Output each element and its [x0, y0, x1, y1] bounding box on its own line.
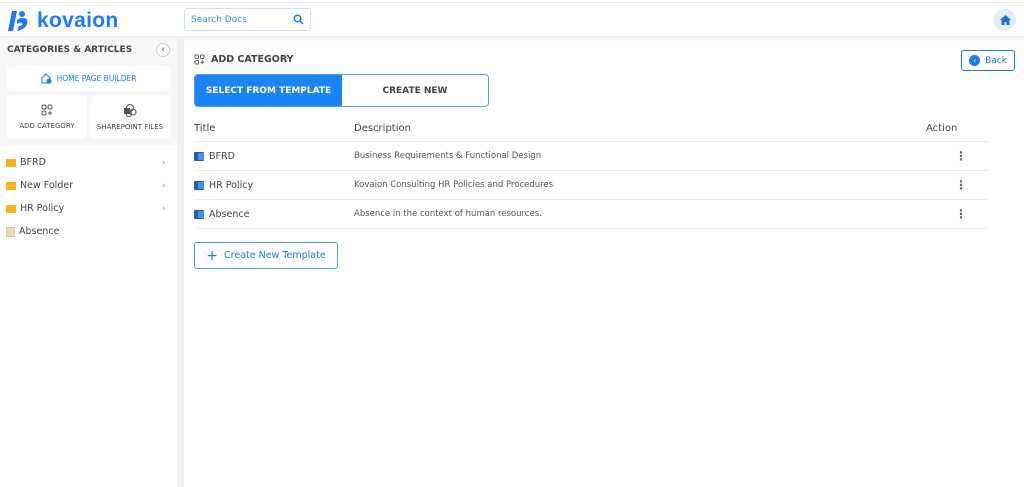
search-icon[interactable] [293, 14, 304, 25]
tree-item-label: Absence [19, 226, 60, 237]
sharepoint-icon [124, 103, 137, 117]
back-arrow-icon: ‹ [969, 55, 981, 66]
template-table: Title Description Action BFRD Business R… [194, 116, 988, 229]
search-input[interactable]: Search Docs [184, 8, 311, 31]
row-title: BFRD [209, 150, 235, 162]
chevron-right-icon[interactable]: › [162, 204, 166, 214]
table-row[interactable]: HR Policy Kovaion Consulting HR Policies… [194, 171, 988, 200]
home-button[interactable] [994, 9, 1016, 31]
more-options-icon[interactable]: ⋮ [926, 149, 988, 163]
create-new-template-label: Create New Template [224, 250, 326, 261]
kovaion-logo-icon [8, 11, 28, 31]
column-action: Action [926, 123, 958, 134]
sharepoint-files-label: SHAREPOINT FILES [96, 122, 164, 131]
sidebar-title: CATEGORIES & ARTICLES [7, 45, 133, 55]
row-description: Absence in the context of human resource… [354, 209, 542, 219]
table-row[interactable]: BFRD Business Requirements & Functional … [194, 142, 988, 171]
row-description: Business Requirements & Functional Desig… [354, 151, 542, 161]
back-label: Back [985, 55, 1007, 66]
word-doc-icon [194, 180, 204, 190]
home-settings-icon [41, 73, 52, 84]
more-options-icon[interactable]: ⋮ [926, 207, 988, 221]
tree-item-label: BFRD [20, 157, 46, 168]
column-description: Description [354, 123, 411, 134]
back-button[interactable]: ‹ Back [961, 50, 1015, 71]
add-category-icon [194, 54, 205, 65]
sidebar-tools: HOME PAGE BUILDER ADD CATEGORY SHAREPOIN… [0, 62, 177, 145]
sidebar-scrollbar[interactable] [177, 38, 184, 487]
sidebar: CATEGORIES & ARTICLES ‹ HOME PAGE BUILDE… [0, 38, 177, 487]
page-title: ADD CATEGORY [194, 54, 294, 65]
search-placeholder: Search Docs [191, 15, 247, 25]
category-tree: BFRD › New Folder › HR Policy › Absence [0, 145, 177, 243]
chevron-right-icon[interactable]: › [162, 181, 166, 191]
page-title-text: ADD CATEGORY [211, 54, 294, 65]
tree-item-label: New Folder [20, 180, 74, 191]
tree-item-absence[interactable]: Absence [0, 220, 177, 243]
sidebar-header: CATEGORIES & ARTICLES ‹ [0, 38, 177, 62]
table-header: Title Description Action [194, 116, 988, 142]
add-category-icon [41, 104, 53, 116]
tab-select-from-template[interactable]: SELECT FROM TEMPLATE [195, 75, 342, 106]
table-row[interactable]: Absence Absence in the context of human … [194, 200, 988, 229]
home-page-builder-button[interactable]: HOME PAGE BUILDER [7, 66, 170, 91]
chevron-right-icon[interactable]: › [162, 158, 166, 168]
word-doc-icon [194, 151, 204, 161]
tree-item-label: HR Policy [20, 203, 65, 214]
logo[interactable]: kovaion [7, 9, 118, 33]
row-title: HR Policy [209, 179, 254, 191]
collapse-sidebar-button[interactable]: ‹ [156, 43, 170, 57]
add-category-button[interactable]: ADD CATEGORY [7, 95, 87, 139]
create-new-template-button[interactable]: + Create New Template [194, 242, 338, 269]
sharepoint-files-button[interactable]: SHAREPOINT FILES [90, 95, 170, 139]
logo-text: kovaion [37, 9, 119, 32]
add-category-label: ADD CATEGORY [19, 122, 75, 130]
word-doc-icon [194, 209, 204, 219]
tab-create-new[interactable]: CREATE NEW [342, 75, 488, 106]
home-page-builder-label: HOME PAGE BUILDER [56, 74, 137, 83]
home-icon [999, 15, 1011, 25]
plus-icon: + [206, 247, 219, 264]
folder-icon [6, 204, 16, 213]
header: kovaion Search Docs [0, 3, 1024, 37]
tree-item-bfrd[interactable]: BFRD › [0, 151, 177, 174]
row-description: Kovaion Consulting HR Policies and Proce… [354, 180, 554, 190]
mode-tabs: SELECT FROM TEMPLATE CREATE NEW [194, 74, 489, 107]
main-content: ADD CATEGORY ‹ Back SELECT FROM TEMPLATE… [184, 38, 1024, 487]
folder-icon [6, 181, 16, 190]
article-icon [6, 226, 15, 237]
tree-item-new-folder[interactable]: New Folder › [0, 174, 177, 197]
tree-item-hr-policy[interactable]: HR Policy › [0, 197, 177, 220]
more-options-icon[interactable]: ⋮ [926, 178, 988, 192]
row-title: Absence [209, 208, 250, 220]
column-title: Title [194, 123, 216, 134]
folder-icon [6, 158, 16, 167]
